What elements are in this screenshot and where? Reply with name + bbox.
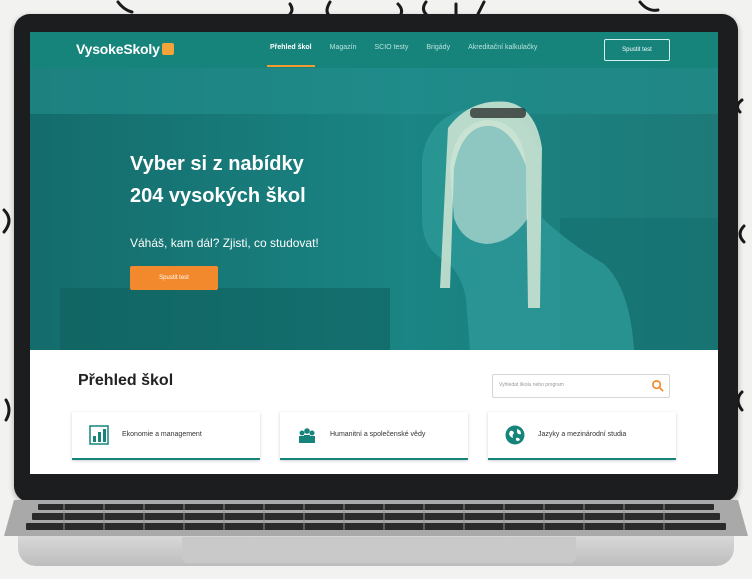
category-card-economics[interactable]: Ekonomie a management: [72, 412, 260, 460]
hero-heading: Vyber si z nabídky 204 vysokých škol: [130, 148, 410, 212]
category-label: Jazyky a mezinárodní studia: [538, 431, 627, 438]
trackpad: [182, 537, 576, 563]
hero-banner: Vyber si z nabídky 204 vysokých škol Váh…: [30, 68, 718, 350]
overview-title: Přehled škol: [78, 372, 174, 389]
category-card-humanities[interactable]: Humanitní a společenské vědy: [280, 412, 468, 460]
laptop-screen: VysokeSkoly Přehled škol Magazín SCIO te…: [30, 32, 718, 474]
hero-heading-line1: Vyber si z nabídky: [130, 153, 304, 175]
site-logo[interactable]: VysokeSkoly: [76, 41, 174, 57]
people-icon: [299, 428, 315, 443]
chart-icon: [89, 425, 109, 445]
nav-item-brigady[interactable]: Brigády: [426, 44, 450, 51]
top-navigation: VysokeSkoly Přehled škol Magazín SCIO te…: [30, 32, 718, 68]
nav-item-scio-testy[interactable]: SCIO testy: [375, 44, 409, 51]
search-icon[interactable]: [651, 379, 664, 392]
category-label: Ekonomie a management: [122, 431, 202, 438]
hero-subheading: Váháš, kam dál? Zjisti, co studovat!: [130, 236, 319, 250]
school-overview-section: Přehled škol Vyhledat školu nebo program…: [30, 350, 718, 474]
nav-item-kalkulacky[interactable]: Akreditační kalkulačky: [468, 44, 537, 51]
logo-text: VysokeSkoly: [76, 41, 160, 57]
nav-item-prehled-skol[interactable]: Přehled škol: [267, 44, 315, 67]
logo-mark-icon: [161, 43, 174, 55]
hero-heading-line2: 204 vysokých škol: [130, 185, 306, 207]
nav-menu: Přehled škol Magazín SCIO testy Brigády …: [267, 44, 537, 67]
laptop-keyboard: [4, 500, 748, 536]
nav-start-test-button[interactable]: Spustit test: [604, 39, 670, 61]
nav-item-magazin[interactable]: Magazín: [330, 44, 357, 51]
search-placeholder: Vyhledat školu nebo program: [499, 382, 564, 388]
school-search-input[interactable]: Vyhledat školu nebo program: [492, 374, 670, 398]
hero-start-test-button[interactable]: Spustit test: [130, 266, 218, 290]
category-label: Humanitní a společenské vědy: [330, 431, 426, 438]
globe-icon: [505, 425, 525, 445]
category-card-languages[interactable]: Jazyky a mezinárodní studia: [488, 412, 676, 460]
